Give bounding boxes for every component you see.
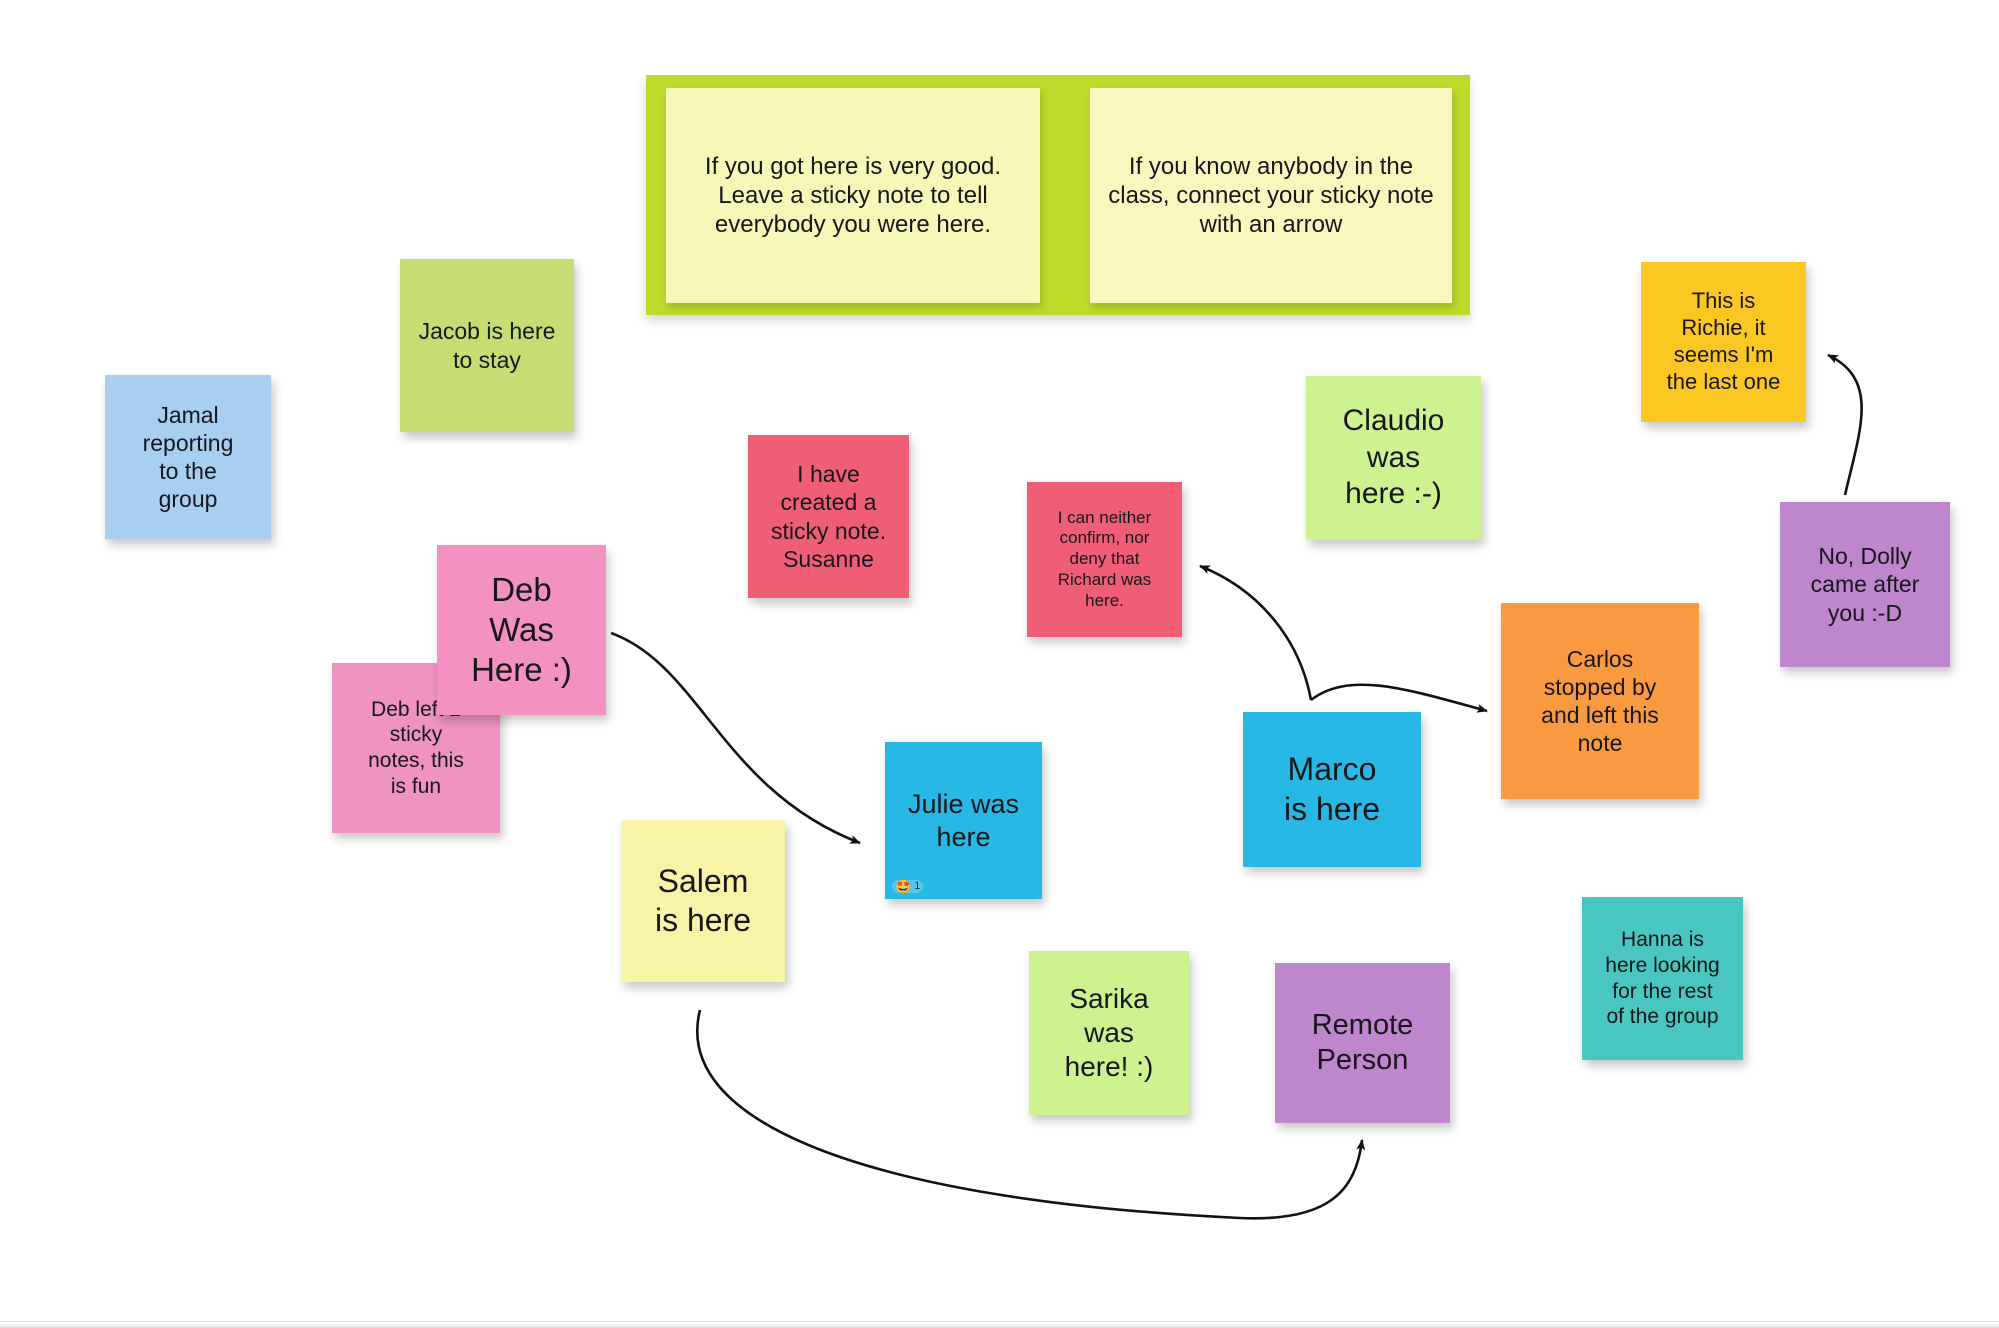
instruction-note-got-here-text: If you got here is very good. Leave a st… — [704, 152, 1002, 239]
reaction-count: 1 — [914, 879, 921, 892]
sticky-note-dolly-text: No, Dolly came after you :-D — [1810, 543, 1920, 626]
sticky-note-richie-text: This is Richie, it seems I'm the last on… — [1666, 288, 1781, 394]
sticky-note-jacob[interactable]: Jacob is here to stay — [400, 259, 574, 432]
arrow-deb-to-julie — [610, 631, 861, 845]
sticky-note-hanna[interactable]: Hanna is here looking for the rest of th… — [1582, 897, 1743, 1060]
sticky-note-jamal[interactable]: Jamal reporting to the group — [105, 375, 271, 539]
reaction-badge[interactable]: 🤩 1 — [892, 878, 924, 894]
instruction-note-connect-arrow[interactable]: If you know anybody in the class, connec… — [1090, 88, 1452, 303]
sticky-note-carlos-text: Carlos stopped by and left this note — [1541, 645, 1659, 757]
instruction-note-connect-arrow-text: If you know anybody in the class, connec… — [1108, 152, 1434, 239]
sticky-note-sarika[interactable]: Sarika was here! :) — [1029, 951, 1189, 1115]
sticky-note-hanna-text: Hanna is here looking for the rest of th… — [1605, 928, 1720, 1029]
sticky-note-deb-was-here[interactable]: Deb Was Here :) — [437, 545, 606, 715]
sticky-note-remote-person[interactable]: Remote Person — [1275, 963, 1450, 1123]
whiteboard-canvas[interactable]: If you got here is very good. Leave a st… — [0, 0, 1999, 1328]
sticky-note-richard[interactable]: I can neither confirm, nor deny that Ric… — [1027, 482, 1182, 637]
bottom-status-bar — [0, 1321, 1999, 1328]
sticky-note-carlos[interactable]: Carlos stopped by and left this note — [1501, 603, 1699, 799]
instruction-note-got-here[interactable]: If you got here is very good. Leave a st… — [666, 88, 1040, 303]
sticky-note-richie[interactable]: This is Richie, it seems I'm the last on… — [1641, 262, 1806, 422]
sticky-note-julie-text: Julie was here — [907, 788, 1020, 852]
sticky-note-salem[interactable]: Salem is here — [621, 820, 785, 982]
sticky-note-susanne-text: I have created a sticky note. Susanne — [770, 461, 887, 572]
sticky-note-susanne[interactable]: I have created a sticky note. Susanne — [748, 435, 909, 598]
sticky-note-remote-person-text: Remote Person — [1311, 1008, 1414, 1076]
star-struck-emoji-icon: 🤩 — [895, 878, 912, 894]
sticky-note-marco-text: Marco is here — [1283, 751, 1381, 827]
sticky-note-claudio[interactable]: Claudio was here :-) — [1306, 376, 1481, 540]
arrow-marco-to-richard — [1199, 564, 1313, 701]
arrow-dolly-to-richie — [1827, 353, 1863, 496]
sticky-note-deb-was-here-text: Deb Was Here :) — [471, 570, 572, 689]
sticky-note-sarika-text: Sarika was here! :) — [1064, 982, 1154, 1083]
sticky-note-julie[interactable]: Julie was here 🤩 1 — [885, 742, 1042, 899]
arrow-marco-to-carlos — [1310, 683, 1488, 713]
sticky-note-claudio-text: Claudio was here :-) — [1342, 404, 1445, 511]
sticky-note-richard-text: I can neither confirm, nor deny that Ric… — [1057, 507, 1152, 610]
sticky-note-marco[interactable]: Marco is here — [1243, 712, 1421, 867]
sticky-note-salem-text: Salem is here — [654, 862, 752, 938]
sticky-note-dolly[interactable]: No, Dolly came after you :-D — [1780, 502, 1950, 667]
sticky-note-jacob-text: Jacob is here to stay — [418, 318, 556, 373]
sticky-note-jamal-text: Jamal reporting to the group — [142, 401, 234, 513]
